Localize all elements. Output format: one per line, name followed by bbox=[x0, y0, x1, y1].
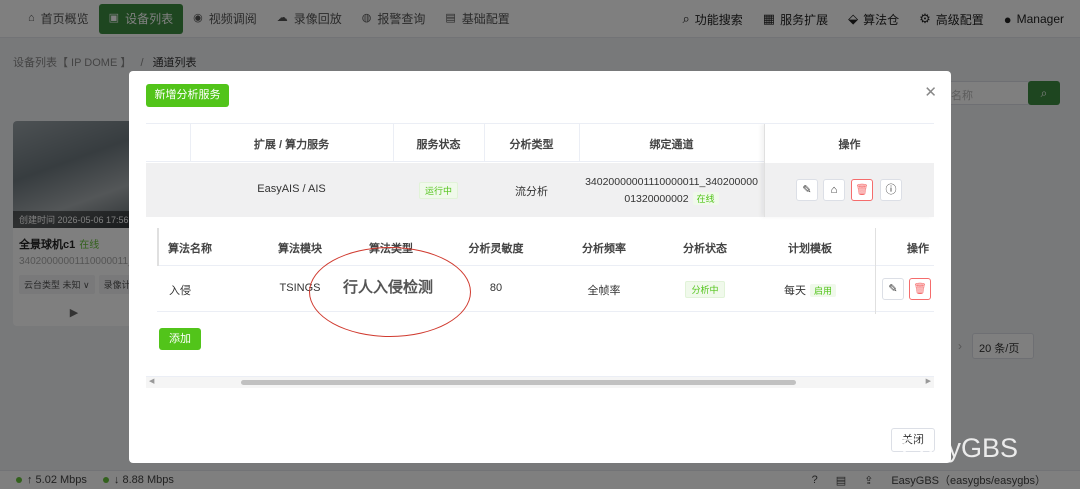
schedule-cell: 每天 启用 bbox=[755, 282, 865, 298]
analyzing-badge: 分析中 bbox=[685, 281, 725, 298]
schedule-template: 每天 bbox=[783, 285, 806, 297]
info-icon: ⓘ bbox=[885, 184, 897, 196]
schedule-enabled-badge: 启用 bbox=[809, 284, 836, 297]
watermark: 公众号 · EasyGBS bbox=[752, 426, 1018, 465]
delete-icon: 🗑 bbox=[855, 184, 869, 196]
edit-icon: ✎ bbox=[802, 184, 812, 196]
header-inner-operation: 操作 bbox=[907, 243, 929, 255]
delete-service-button[interactable]: 🗑 bbox=[851, 179, 873, 201]
new-analysis-service-button[interactable]: 新增分析服务 bbox=[146, 84, 229, 107]
wechat-icon bbox=[752, 432, 786, 460]
close-icon[interactable]: ✕ bbox=[924, 83, 937, 101]
service-status: 运行中 bbox=[393, 182, 484, 199]
header-channel: 绑定通道 bbox=[649, 139, 694, 151]
annotation-text: 行人入侵检测 bbox=[343, 279, 434, 296]
header-service: 扩展 / 算力服务 bbox=[253, 139, 330, 151]
operation-column-divider bbox=[875, 228, 876, 314]
horizontal-scrollbar[interactable]: ◀ ▶ bbox=[146, 376, 934, 388]
frequency-value: 全帧率 bbox=[587, 285, 621, 297]
algorithm-table: 算法名称 算法模块 算法类型 分析灵敏度 分析频率 分析状态 计划模板 操作 入… bbox=[157, 228, 934, 314]
service-name: EasyAIS / AIS bbox=[257, 183, 326, 195]
header-sensitivity: 分析灵敏度 bbox=[468, 243, 524, 255]
running-badge: 运行中 bbox=[418, 182, 458, 199]
robot-icon: ⌂ bbox=[830, 184, 838, 196]
header-algorithm-name: 算法名称 bbox=[168, 243, 212, 255]
delete-algorithm-button[interactable]: 🗑 bbox=[909, 278, 931, 300]
service-info-button[interactable]: ⓘ bbox=[880, 179, 902, 201]
algorithm-row: 入侵 TSINGS 80 全帧率 分析中 每天 启用 ✎ 🗑 bbox=[157, 266, 934, 312]
header-status: 服务状态 bbox=[416, 139, 461, 151]
channel-id-line1: 34020000001110000011_340200000 bbox=[585, 176, 758, 188]
analysis-service-dialog: ✕ 新增分析服务 扩展 / 算力服务 服务状态 分析类型 绑定通道 EasyAI… bbox=[129, 71, 951, 463]
channel-id-line2: 01320000002 bbox=[624, 193, 689, 205]
scroll-left-icon[interactable]: ◀ bbox=[149, 377, 154, 385]
scrollbar-thumb[interactable] bbox=[241, 380, 796, 385]
header-type: 分析类型 bbox=[509, 139, 554, 151]
add-algorithm-button[interactable]: 添加 bbox=[159, 328, 201, 350]
algorithm-name: 入侵 bbox=[169, 285, 191, 297]
header-analysis-status: 分析状态 bbox=[683, 243, 727, 255]
header-algorithm-module: 算法模块 bbox=[278, 243, 322, 255]
watermark-text: 公众号 · EasyGBS bbox=[796, 433, 1019, 463]
delete-icon: 🗑 bbox=[913, 283, 927, 295]
analysis-status: 分析中 bbox=[655, 281, 755, 298]
edit-icon: ✎ bbox=[888, 283, 898, 295]
algorithm-config-button[interactable]: ⌂ bbox=[823, 179, 845, 201]
edit-service-button[interactable]: ✎ bbox=[796, 179, 818, 201]
analysis-type: 流分析 bbox=[515, 186, 548, 198]
header-frequency: 分析频率 bbox=[582, 243, 626, 255]
channel-online-badge: 在线 bbox=[692, 192, 719, 205]
edit-algorithm-button[interactable]: ✎ bbox=[882, 278, 904, 300]
header-schedule: 计划模板 bbox=[788, 243, 832, 255]
channel-id-line2-wrap: 01320000002 在线 bbox=[579, 192, 764, 205]
algorithm-table-header: 算法名称 算法模块 算法类型 分析灵敏度 分析频率 分析状态 计划模板 操作 bbox=[157, 228, 934, 266]
header-operation: 操作 bbox=[838, 139, 861, 151]
scroll-right-icon[interactable]: ▶ bbox=[926, 377, 931, 385]
